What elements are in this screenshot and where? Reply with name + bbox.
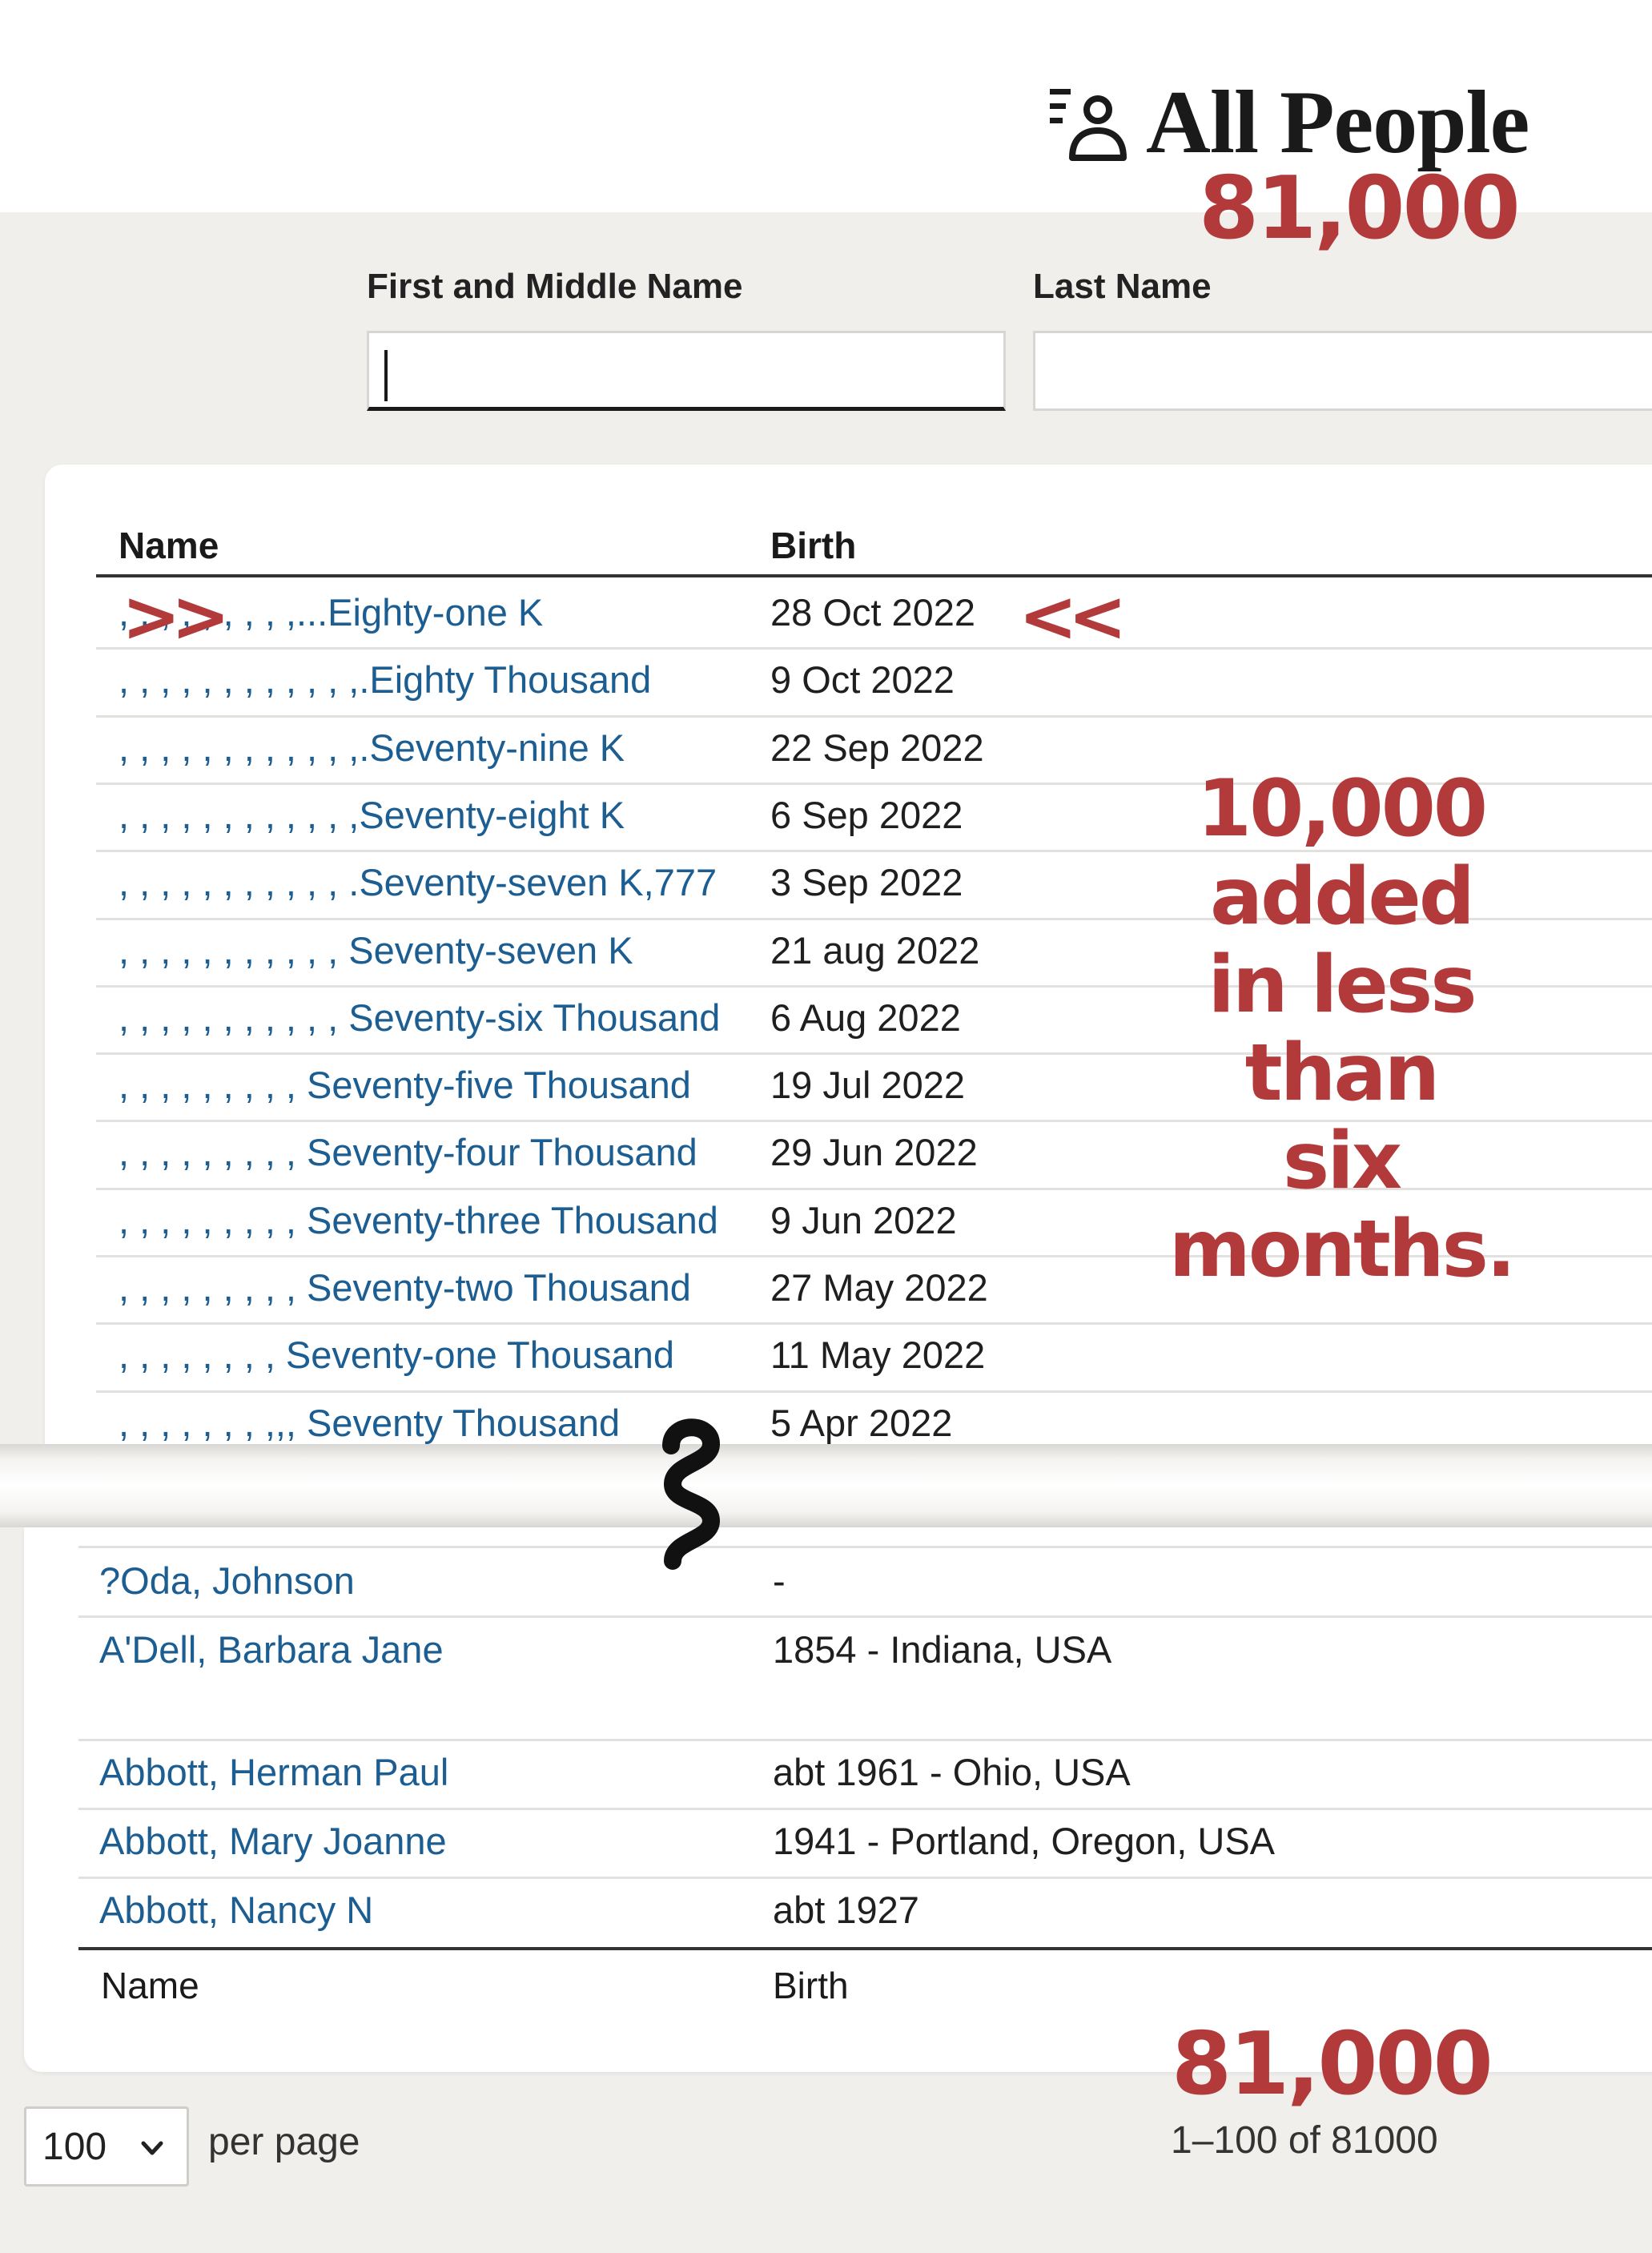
row-divider [78, 1877, 1652, 1879]
birth-cell: - [773, 1559, 786, 1602]
footer-divider [78, 1947, 1652, 1950]
birth-cell: 1854 - Indiana, USA [773, 1628, 1112, 1671]
person-name-link[interactable]: Abbott, Nancy N [99, 1888, 373, 1932]
column-header-birth[interactable]: Birth [770, 524, 856, 567]
person-name-link[interactable]: ?Oda, Johnson [99, 1559, 355, 1603]
row-divider [78, 1808, 1652, 1810]
last-name-input[interactable] [1033, 331, 1652, 411]
annotation-note-line: six [1282, 1116, 1402, 1207]
first-middle-name-label: First and Middle Name [367, 267, 743, 306]
chevron-down-icon [141, 2141, 163, 2155]
per-page-label: per page [208, 2121, 360, 2163]
birth-cell: 22 Sep 2022 [770, 726, 984, 769]
person-name-link[interactable]: , , , , , , , , , Seventy-two Thousand [119, 1265, 691, 1310]
birth-cell: 6 Aug 2022 [770, 996, 961, 1039]
birth-cell: 11 May 2022 [770, 1334, 986, 1377]
row-divider [78, 1546, 1652, 1548]
people-list-icon [1050, 89, 1127, 161]
row-divider [96, 1390, 1652, 1393]
annotation-note-line: in less [1208, 939, 1477, 1031]
annotation-note: 10,000 added in less than six months. [1153, 765, 1529, 1293]
annotation-header-count: 81,000 [1199, 159, 1521, 259]
birth-cell: 19 Jul 2022 [770, 1064, 966, 1107]
person-name-link[interactable]: , , , , , , , , , Seventy-three Thousand [119, 1198, 718, 1242]
per-page-value: 100 [42, 2125, 107, 2168]
birth-cell: 9 Oct 2022 [770, 658, 955, 702]
annotation-arrow-left: << [1019, 575, 1127, 658]
birth-cell: abt 1927 [773, 1889, 919, 1931]
annotation-note-line: months. [1168, 1204, 1516, 1295]
person-name-link[interactable]: , , , , , , , , , , , Seventy-six Thousa… [119, 996, 720, 1040]
annotation-footer-count: 81,000 [1172, 2014, 1493, 2114]
per-page-select[interactable]: 100 [24, 2106, 189, 2187]
pagination-range: 1–100 of 81000 [1171, 2119, 1438, 2162]
birth-cell: 1941 - Portland, Oregon, USA [773, 1820, 1276, 1862]
person-name-link[interactable]: , , , , , , , , Seventy-one Thousand [119, 1333, 674, 1377]
row-divider [78, 1739, 1652, 1741]
person-name-link[interactable]: Abbott, Herman Paul [99, 1750, 448, 1794]
row-divider [96, 714, 1652, 718]
footer-column-name[interactable]: Name [101, 1964, 199, 2007]
page-title-text: All People [1146, 73, 1529, 172]
text-cursor [384, 350, 388, 401]
person-name-link[interactable]: , , , , , , , , , Seventy-five Thousand [119, 1063, 691, 1107]
birth-cell: 29 Jun 2022 [770, 1131, 978, 1174]
person-name-link[interactable]: , , , , , , , , , , , ,.Eighty Thousand [119, 658, 651, 702]
person-name-link[interactable]: , , , , , , , , , , , ,.Seventy-nine K [119, 726, 625, 770]
birth-cell: 3 Sep 2022 [770, 861, 963, 904]
break-squiggle-icon [662, 1418, 721, 1570]
person-name-link[interactable]: , , , , , , , , , , , Seventy-seven K [119, 928, 633, 972]
person-name-link[interactable]: Abbott, Mary Joanne [99, 1819, 447, 1863]
person-name-link[interactable]: , , , , , , , ,,, Seventy Thousand [119, 1401, 620, 1445]
person-name-link[interactable]: A'Dell, Barbara Jane [99, 1627, 444, 1672]
person-name-link[interactable]: , , , , , , , , , Seventy-four Thousand [119, 1130, 697, 1174]
screenshot-break [0, 1444, 1652, 1527]
birth-cell: 9 Jun 2022 [770, 1198, 957, 1241]
annotation-note-line: added [1209, 851, 1475, 943]
footer-column-birth[interactable]: Birth [773, 1964, 849, 2007]
first-middle-name-input[interactable] [367, 331, 1006, 411]
person-name-link[interactable]: , , , , , , , , , , , .Seventy-seven K,7… [119, 860, 717, 904]
birth-cell: 21 aug 2022 [770, 928, 980, 972]
row-divider [96, 1322, 1652, 1326]
column-header-name[interactable]: Name [119, 524, 219, 567]
annotation-arrow-right: >> [122, 575, 231, 658]
birth-cell: abt 1961 - Ohio, USA [773, 1751, 1131, 1793]
annotation-note-line: 10,000 [1196, 763, 1488, 855]
row-divider [78, 1615, 1652, 1618]
person-name-link[interactable]: , , , , , , , , , , , ,Seventy-eight K [119, 793, 625, 837]
birth-cell: 27 May 2022 [770, 1266, 988, 1309]
row-divider [96, 647, 1652, 650]
birth-cell: 28 Oct 2022 [770, 591, 976, 634]
birth-cell: 6 Sep 2022 [770, 793, 963, 836]
birth-cell: 5 Apr 2022 [770, 1401, 953, 1444]
last-name-label: Last Name [1033, 267, 1212, 306]
header-divider [96, 574, 1652, 577]
annotation-note-line: than [1244, 1028, 1441, 1119]
